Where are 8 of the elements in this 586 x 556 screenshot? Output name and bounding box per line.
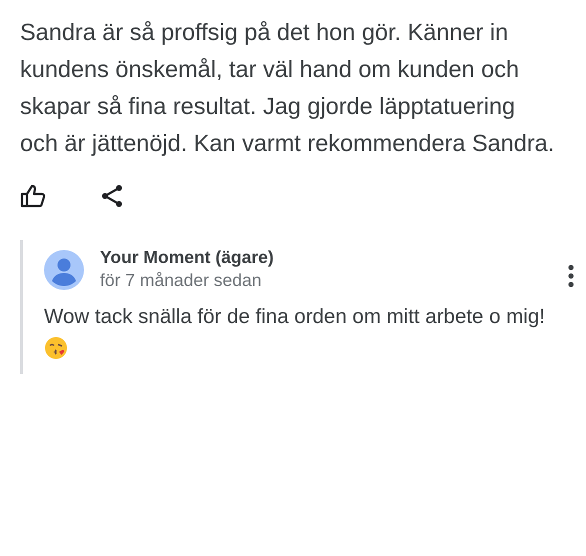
- author-name: Your Moment (ägare): [100, 246, 275, 268]
- share-icon[interactable]: [100, 184, 124, 208]
- kiss-emoji-icon: [44, 336, 68, 360]
- avatar-icon: [44, 250, 84, 290]
- reply-text: Wow tack snälla för de fina orden om mitt arbete o mig!: [44, 305, 545, 328]
- reply-time: för 7 månader sedan: [100, 269, 262, 292]
- like-icon[interactable]: [20, 184, 46, 208]
- review-text: Sandra är så proffsig på det hon gör. Känner in kundens önskemål, tar väl hand om kunden och skapar så fina resultat. Jag gjorde läpptatuering och är jättenöjd. Kan varmt rekommendera Sandra.: [19, 18, 556, 158]
